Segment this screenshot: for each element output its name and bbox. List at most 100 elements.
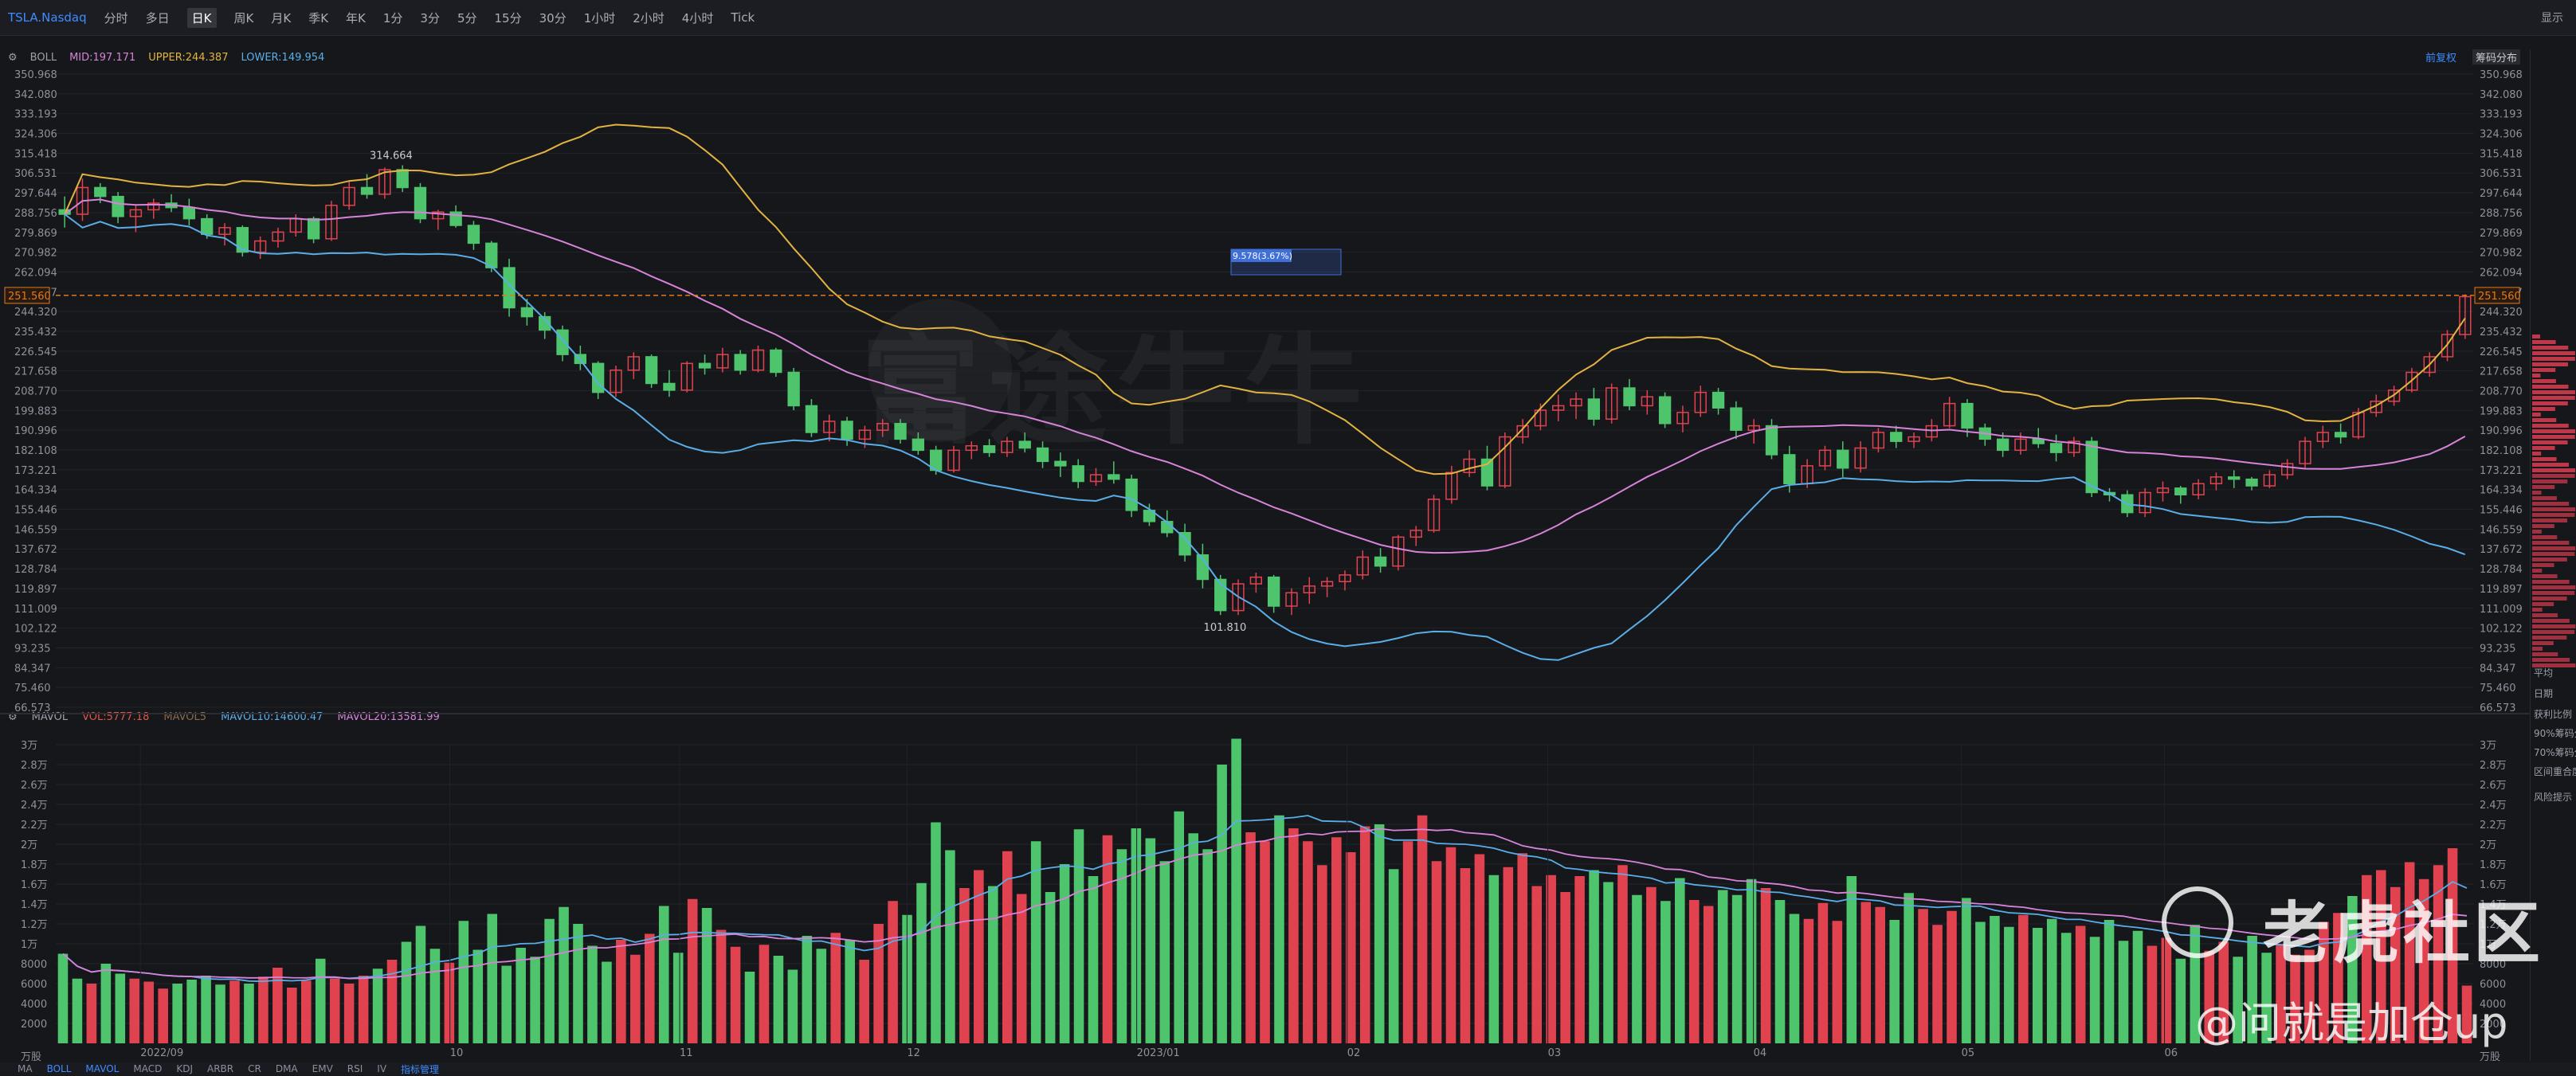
price-tick-left: 119.897 — [14, 584, 57, 596]
volume-bar — [1402, 841, 1413, 1043]
candle-body — [1036, 447, 1049, 463]
volume-bar — [1803, 918, 1814, 1043]
side-panel-item-4: 70%筹码分 — [2534, 747, 2576, 758]
candle-body — [1374, 556, 1387, 567]
volume-bar — [672, 953, 684, 1043]
price-tick-right: 270.982 — [2480, 248, 2523, 260]
volume-bar — [1889, 920, 1900, 1043]
volume-bar — [1331, 837, 1342, 1043]
volume-bar — [1990, 916, 2000, 1043]
candle-body — [1072, 465, 1084, 483]
volume-tick-right: 万股 — [2480, 1051, 2500, 1063]
date-tick: 10 — [450, 1047, 464, 1059]
candle-body — [894, 423, 907, 440]
volume-bar — [287, 988, 297, 1043]
price-tick-right: 235.432 — [2480, 327, 2523, 338]
volume-bar — [687, 898, 698, 1043]
indicator-tab-2[interactable]: MAVOL — [85, 1063, 119, 1074]
price-tick-left: 128.784 — [14, 564, 57, 576]
candle-body — [2334, 432, 2347, 438]
price-tick-right: 137.672 — [2480, 544, 2523, 556]
price-tick-left: 288.756 — [14, 208, 57, 220]
volume-bar — [1474, 854, 1485, 1043]
volume-bar — [258, 976, 269, 1043]
volume-bar — [1231, 738, 1241, 1043]
price-tick-left: 190.996 — [14, 425, 57, 437]
volume-bar — [1932, 925, 1943, 1043]
date-tick: 05 — [1962, 1047, 1975, 1059]
indicator-tab-7[interactable]: DMA — [276, 1063, 298, 1074]
candle-body — [2245, 478, 2258, 487]
price-tick-right: 146.559 — [2480, 524, 2523, 536]
volume-bar — [1274, 815, 1284, 1043]
volume-bar — [129, 978, 140, 1043]
volume-bar — [1603, 882, 1613, 1043]
price-tick-left: 324.306 — [14, 129, 57, 141]
date-tick: 06 — [2165, 1047, 2178, 1059]
volume-bar — [2175, 958, 2186, 1043]
price-tick-left: 93.235 — [14, 643, 51, 655]
price-tick-left: 182.108 — [14, 445, 57, 457]
volume-bar — [186, 980, 197, 1043]
price-tick-right: 288.756 — [2480, 208, 2523, 220]
indicator-tab-8[interactable]: EMV — [312, 1063, 333, 1074]
volume-bar — [1445, 847, 1457, 1043]
candle-body — [236, 227, 249, 253]
volume-bar — [616, 940, 626, 1043]
indicator-tab-9[interactable]: RSI — [347, 1063, 363, 1074]
price-tick-right: 279.869 — [2480, 228, 2523, 240]
candle-body — [805, 405, 818, 433]
price-tick-left: 173.221 — [14, 465, 57, 477]
indicator-tab-11[interactable]: 指标管理 — [401, 1062, 439, 1076]
price-tick-right: 182.108 — [2480, 445, 2523, 457]
brand-watermark: 老虎社区 — [2263, 894, 2544, 972]
volume-bar — [802, 936, 813, 1043]
volume-bar — [458, 921, 469, 1043]
price-tick-left: 244.320 — [14, 307, 57, 319]
volume-tick-right: 1.8万 — [2480, 859, 2507, 871]
volume-bar — [773, 956, 784, 1043]
side-panel-item-3: 90%筹码分 — [2534, 728, 2576, 739]
price-tick-right: 342.080 — [2480, 89, 2523, 101]
price-tick-right: 84.347 — [2480, 663, 2516, 675]
volume-bar — [143, 981, 155, 1043]
volume-bar — [72, 978, 83, 1043]
date-tick: 2022/09 — [140, 1047, 183, 1059]
indicator-tab-3[interactable]: MACD — [133, 1063, 162, 1074]
volume-bar — [1517, 853, 1528, 1043]
indicator-tab-6[interactable]: CR — [248, 1063, 261, 1074]
price-tick-left: 333.193 — [14, 109, 57, 121]
price-tick-left: 262.094 — [14, 267, 57, 279]
volume-bar — [1245, 832, 1256, 1043]
volume-tick-left: 万股 — [21, 1051, 41, 1063]
price-tick-right: 128.784 — [2480, 564, 2523, 576]
volume-bar — [1875, 906, 1886, 1043]
last-price-label: 251.560 — [2478, 291, 2521, 303]
indicator-tab-0[interactable]: MA — [18, 1063, 33, 1074]
volume-tick-right: 2.6万 — [2480, 780, 2507, 792]
candle-body — [182, 206, 196, 220]
volume-tick-left: 1.2万 — [21, 919, 48, 931]
indicator-tab-5[interactable]: ARBR — [207, 1063, 233, 1074]
volume-bar — [1560, 892, 1570, 1043]
volume-bar — [1159, 861, 1170, 1043]
indicator-tab-10[interactable]: IV — [377, 1063, 386, 1074]
volume-bar — [1388, 869, 1399, 1043]
price-tick-right: 324.306 — [2480, 129, 2523, 141]
volume-bar — [1460, 868, 1471, 1043]
volume-tick-left: 2.2万 — [21, 820, 48, 831]
volume-bar — [1789, 914, 1800, 1043]
indicator-tab-1[interactable]: BOLL — [47, 1063, 72, 1074]
volume-bar — [559, 906, 569, 1043]
indicator-tab-4[interactable]: KDJ — [176, 1063, 193, 1074]
candle-body — [2174, 487, 2187, 495]
volume-bar — [1503, 867, 1514, 1043]
volume-bar — [487, 914, 498, 1043]
price-tick-left: 84.347 — [14, 663, 51, 675]
price-tick-right: 164.334 — [2480, 485, 2523, 497]
volume-bar — [959, 888, 970, 1043]
volume-bar — [2075, 925, 2086, 1043]
measure-annotation: 9.578(3.67%) — [1233, 251, 1292, 261]
candle-body — [1765, 425, 1778, 456]
date-tick: 02 — [1347, 1047, 1361, 1059]
